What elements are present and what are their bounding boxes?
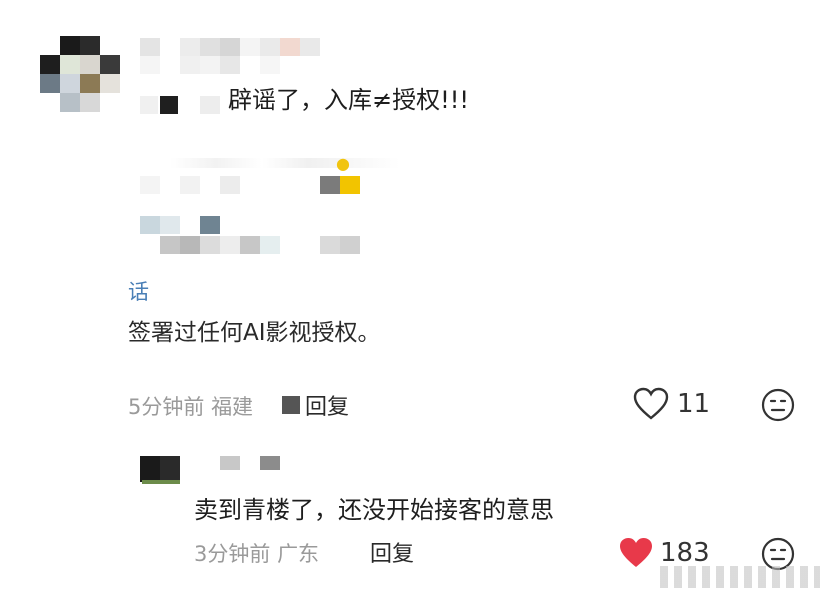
heart-outline-icon bbox=[633, 387, 669, 420]
quoted-name[interactable]: 话 bbox=[128, 276, 149, 306]
reply-reply-button[interactable]: 回复 bbox=[370, 536, 414, 568]
comment-location: 福建 bbox=[211, 395, 254, 419]
comment-meta: 5分钟前 福建 bbox=[128, 391, 253, 421]
quoted-header-blur bbox=[170, 158, 400, 168]
watermark bbox=[660, 566, 820, 588]
comment-text: 辟谣了，入库≠授权!!! bbox=[228, 86, 469, 114]
reply-comment-text: 卖到青楼了，还没开始接客的意思 bbox=[194, 496, 554, 524]
like-button[interactable]: 11 bbox=[633, 387, 723, 423]
meta-blur bbox=[282, 396, 300, 414]
avatar[interactable] bbox=[40, 36, 120, 112]
reply-like-count: 183 bbox=[660, 538, 710, 568]
reply-avatar-underline bbox=[142, 480, 180, 484]
reply-button[interactable]: 回复 bbox=[305, 389, 349, 421]
quoted-blur-row1 bbox=[140, 176, 360, 194]
reply-username-blurred[interactable] bbox=[220, 456, 300, 470]
quoted-text: 签署过任何AI影视授权。 bbox=[128, 320, 381, 346]
like-count: 11 bbox=[677, 389, 711, 419]
heart-filled-icon bbox=[620, 538, 652, 567]
reply-time: 3分钟前 bbox=[194, 542, 271, 566]
quoted-card[interactable]: ● bbox=[130, 150, 450, 270]
reply-location: 广东 bbox=[277, 542, 320, 566]
sticker-icon: ● bbox=[336, 154, 350, 173]
quoted-blur-row2 bbox=[140, 216, 220, 234]
reply-meta: 3分钟前 广东 bbox=[194, 538, 319, 568]
username-blurred[interactable] bbox=[140, 38, 360, 74]
reply-avatar[interactable] bbox=[140, 456, 180, 482]
blurred-prefix bbox=[140, 96, 222, 114]
quoted-blur-row3 bbox=[160, 236, 380, 254]
comment-time: 5分钟前 bbox=[128, 395, 205, 419]
dislike-face-icon[interactable] bbox=[760, 387, 796, 423]
